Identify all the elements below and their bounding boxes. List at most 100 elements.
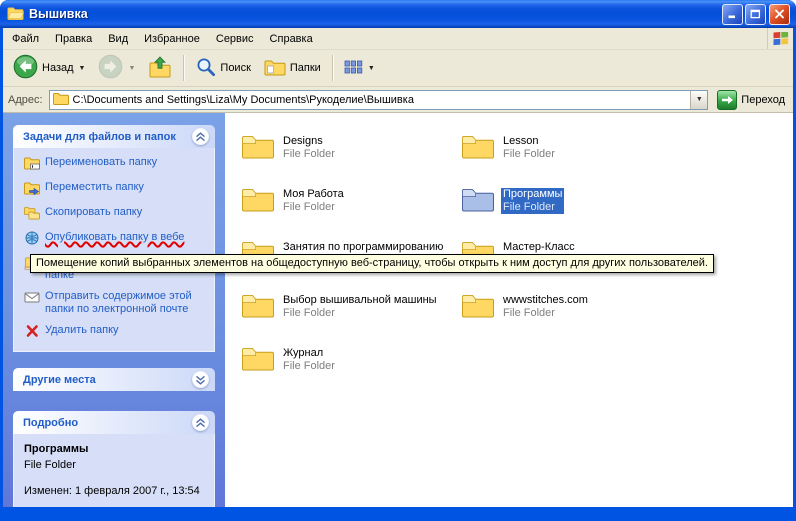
folder-item[interactable]: Моя Работа File Folder xyxy=(241,186,453,239)
file-folder-tasks-header[interactable]: Задачи для файлов и папок xyxy=(13,125,215,148)
task-label: Переименовать папку xyxy=(45,156,157,169)
explorer-window: Вышивка Файл Правка Вид Избранное xyxy=(0,0,796,521)
task-email-folder[interactable]: Отправить содержимое этой папки по элект… xyxy=(24,290,208,316)
back-button[interactable]: Назад ▼ xyxy=(7,51,91,85)
task-publish-folder-web[interactable]: Опубликовать папку в вебе xyxy=(24,231,208,248)
folder-item[interactable]: Lesson File Folder xyxy=(461,133,673,186)
window-title: Вышивка xyxy=(29,7,717,21)
details-item-name: Программы xyxy=(24,442,208,456)
toolbar: Назад ▼ ▼ xyxy=(3,50,793,87)
maximize-button[interactable] xyxy=(745,4,766,25)
search-icon xyxy=(195,56,216,80)
windows-logo-icon xyxy=(767,28,793,49)
menu-tools[interactable]: Сервис xyxy=(208,28,262,49)
task-rename-folder[interactable]: Переименовать папку xyxy=(24,156,208,173)
toolbar-separator xyxy=(332,55,333,81)
search-button[interactable]: Поиск xyxy=(189,53,256,83)
folder-name: Журнал xyxy=(281,347,337,360)
back-icon xyxy=(13,54,38,82)
search-label: Поиск xyxy=(220,62,250,74)
menu-view[interactable]: Вид xyxy=(100,28,136,49)
folder-icon-selected xyxy=(461,186,495,215)
address-dropdown-button[interactable]: ▼ xyxy=(690,91,707,109)
menu-bar: Файл Правка Вид Избранное Сервис Справка xyxy=(3,28,793,50)
folder-icon xyxy=(461,292,495,321)
publish-web-globe-icon xyxy=(24,231,40,248)
other-places-header[interactable]: Другие места xyxy=(13,368,215,391)
menu-file[interactable]: Файл xyxy=(4,28,47,49)
task-label: Переместить папку xyxy=(45,181,144,194)
folder-name: Мастер-Класс xyxy=(501,241,577,254)
up-button[interactable] xyxy=(142,53,178,84)
views-button[interactable]: ▼ xyxy=(338,56,381,81)
task-delete-folder[interactable]: Удалить папку xyxy=(24,324,208,341)
email-envelope-icon xyxy=(24,290,40,307)
folder-name: Программы xyxy=(501,188,564,201)
address-folder-icon xyxy=(53,92,69,108)
folder-type: File Folder xyxy=(281,148,337,161)
details-body: Программы File Folder Изменен: 1 февраля… xyxy=(13,434,215,507)
toolbar-separator xyxy=(183,55,184,81)
folder-icon xyxy=(241,133,275,162)
menu-favorites[interactable]: Избранное xyxy=(136,28,208,49)
details-title: Подробно xyxy=(23,417,78,429)
close-button[interactable] xyxy=(769,4,790,25)
back-label: Назад xyxy=(42,62,74,74)
minimize-button[interactable] xyxy=(722,4,743,25)
folder-item[interactable]: Журнал File Folder xyxy=(241,345,453,398)
go-arrow-icon xyxy=(717,90,737,110)
task-label: Удалить папку xyxy=(45,324,119,337)
folder-item[interactable]: Выбор вышивальной машины File Folder xyxy=(241,292,453,345)
address-path: C:\Documents and Settings\Liza\My Docume… xyxy=(73,94,687,106)
forward-button[interactable]: ▼ xyxy=(92,51,141,85)
details-header[interactable]: Подробно xyxy=(13,411,215,434)
expand-chevron-icon[interactable] xyxy=(192,371,209,388)
address-label: Адрес: xyxy=(8,94,43,106)
folder-name: Выбор вышивальной машины xyxy=(281,294,439,307)
folder-item-selected[interactable]: Программы File Folder xyxy=(461,186,673,239)
file-folder-tasks-panel: Задачи для файлов и папок xyxy=(13,125,215,352)
task-label: Опубликовать папку в вебе xyxy=(45,231,184,244)
folder-item[interactable]: wwwstitches.com File Folder xyxy=(461,292,673,345)
address-input[interactable]: C:\Documents and Settings\Liza\My Docume… xyxy=(49,90,709,110)
go-button[interactable]: Переход xyxy=(714,90,788,110)
folder-name: Lesson xyxy=(501,135,557,148)
folders-label: Папки xyxy=(290,62,321,74)
folder-type: File Folder xyxy=(501,307,590,320)
folders-button[interactable]: Папки xyxy=(258,55,327,82)
folder-icon xyxy=(241,345,275,374)
menu-help[interactable]: Справка xyxy=(262,28,321,49)
task-copy-folder[interactable]: Скопировать папку xyxy=(24,206,208,223)
collapse-chevron-icon[interactable] xyxy=(192,128,209,145)
rename-folder-icon xyxy=(24,156,40,173)
views-icon xyxy=(344,59,363,78)
menu-edit[interactable]: Правка xyxy=(47,28,100,49)
collapse-chevron-icon[interactable] xyxy=(192,414,209,431)
folder-item[interactable]: Designs File Folder xyxy=(241,133,453,186)
file-folder-tasks-body: Переименовать папку Переместить папку xyxy=(13,148,215,352)
folder-icon xyxy=(241,292,275,321)
up-folder-icon xyxy=(148,56,172,81)
titlebar[interactable]: Вышивка xyxy=(0,0,796,28)
folder-type: File Folder xyxy=(281,360,337,373)
folder-type: File Folder xyxy=(281,201,346,214)
folder-type: File Folder xyxy=(501,148,557,161)
details-item-modified: Изменен: 1 февраля 2007 г., 13:54 xyxy=(24,484,208,498)
main-area: Задачи для файлов и папок xyxy=(3,113,793,507)
move-folder-icon xyxy=(24,181,40,198)
publish-tooltip: Помещение копий выбранных элементов на о… xyxy=(30,254,714,273)
folder-content-area[interactable]: Designs File Folder Lesson File Fold xyxy=(225,113,793,507)
task-move-folder[interactable]: Переместить папку xyxy=(24,181,208,198)
folder-type: File Folder xyxy=(501,201,564,214)
address-bar: Адрес: C:\Documents and Settings\Liza\My… xyxy=(3,87,793,113)
delete-x-icon xyxy=(24,324,40,341)
folders-icon xyxy=(264,58,286,79)
folder-name: wwwstitches.com xyxy=(501,294,590,307)
folder-name: Designs xyxy=(281,135,337,148)
go-label: Переход xyxy=(741,94,785,106)
details-item-type: File Folder xyxy=(24,458,208,472)
folder-icon xyxy=(461,133,495,162)
folder-name: Моя Работа xyxy=(281,188,346,201)
forward-dropdown-icon: ▼ xyxy=(128,65,135,72)
task-label: Отправить содержимое этой папки по элект… xyxy=(45,290,197,316)
